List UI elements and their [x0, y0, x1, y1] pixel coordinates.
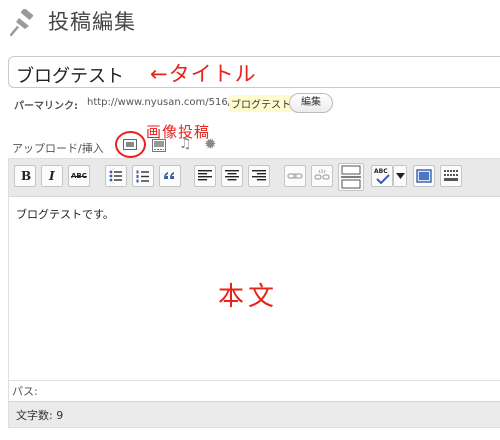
- image-icon[interactable]: [123, 139, 137, 150]
- spellcheck-language-dropdown[interactable]: [393, 165, 407, 187]
- title-input-value[interactable]: ブログテスト: [16, 62, 124, 88]
- editor-content[interactable]: ブログテストです。: [16, 206, 114, 222]
- path-label: パス:: [12, 385, 38, 398]
- word-count: 文字数: 9: [16, 409, 64, 422]
- align-left-icon: [198, 170, 212, 181]
- numbered-list-button[interactable]: [132, 165, 154, 187]
- align-left-button[interactable]: [194, 165, 216, 187]
- italic-label: I: [49, 169, 55, 183]
- permalink-label: パーマリンク:: [14, 101, 78, 112]
- title-annotation: ←タイトル: [150, 62, 257, 86]
- checkmark-icon: [376, 174, 390, 184]
- media-icon[interactable]: ✹: [204, 135, 217, 153]
- strike-label: ABC: [71, 172, 87, 180]
- bullet-list-icon: [109, 170, 122, 182]
- pushpin-icon: [10, 9, 34, 37]
- numbered-list-icon: [136, 170, 149, 183]
- permalink-url: http://www.nyusan.com/516/: [87, 97, 232, 108]
- spellcheck-button[interactable]: ABC: [371, 165, 393, 187]
- fullscreen-icon: [416, 169, 432, 183]
- chevron-down-icon: [396, 173, 405, 179]
- word-count-bar: [9, 401, 500, 427]
- kitchen-sink-icon: [444, 170, 458, 181]
- quote-icon: [164, 172, 174, 179]
- italic-button[interactable]: I: [41, 165, 63, 187]
- strikethrough-button[interactable]: ABC: [68, 165, 90, 187]
- more-tag-icon: [341, 165, 361, 189]
- video-icon[interactable]: [152, 139, 166, 152]
- bullet-list-button[interactable]: [105, 165, 127, 187]
- permalink-edit-button[interactable]: 編集: [289, 93, 333, 113]
- unlink-button[interactable]: [311, 165, 333, 187]
- kitchen-sink-button[interactable]: [440, 165, 462, 187]
- link-icon: [287, 173, 303, 179]
- link-button[interactable]: [284, 165, 306, 187]
- page-title: 投稿編集: [48, 10, 136, 34]
- bold-button[interactable]: B: [14, 165, 36, 187]
- align-right-icon: [252, 170, 266, 181]
- unlink-icon: [314, 169, 330, 180]
- bold-label: B: [21, 169, 32, 183]
- insert-more-button[interactable]: [338, 163, 364, 191]
- permalink-slug[interactable]: ブログテスト: [229, 95, 293, 112]
- align-right-button[interactable]: [248, 165, 270, 187]
- align-center-button[interactable]: [221, 165, 243, 187]
- fullscreen-button[interactable]: [413, 165, 435, 187]
- path-bar: [9, 380, 500, 400]
- align-center-icon: [225, 170, 239, 181]
- blockquote-button[interactable]: [159, 165, 181, 187]
- audio-icon[interactable]: ♫: [179, 136, 192, 152]
- upload-insert-label: アップロード/挿入: [12, 142, 104, 155]
- body-annotation: 本文: [218, 282, 279, 312]
